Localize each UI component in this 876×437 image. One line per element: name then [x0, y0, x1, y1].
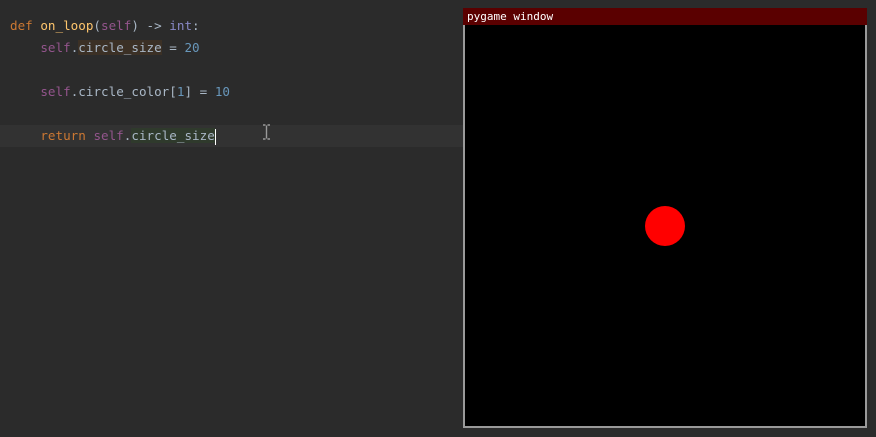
return-type: int	[169, 18, 193, 33]
text-caret	[214, 128, 216, 145]
self-keyword: self	[40, 40, 71, 55]
code-line-3[interactable]: self.circle_color[1] = 10	[10, 81, 230, 103]
self-keyword: self	[93, 128, 124, 143]
number-literal: 20	[184, 40, 200, 55]
assign-op: =	[192, 84, 215, 99]
paren-close-arrow: ) ->	[131, 18, 162, 33]
keyword-def: def	[10, 18, 33, 33]
function-name: on_loop	[40, 18, 94, 33]
game-canvas[interactable]	[465, 25, 865, 426]
attribute-circle-size: circle_size	[78, 40, 162, 55]
keyword-return: return	[40, 128, 86, 143]
attribute-circle-color: circle_color	[78, 84, 170, 99]
window-title: pygame window	[467, 10, 554, 23]
attribute-circle-size: circle_size	[131, 128, 215, 143]
bracket-open: [	[169, 84, 177, 99]
param-self: self	[101, 18, 132, 33]
code-line-2[interactable]: self.circle_size = 20	[10, 37, 200, 59]
bracket-close: ]	[184, 84, 193, 99]
red-circle	[645, 206, 685, 246]
i-beam-cursor-icon	[263, 124, 270, 140]
window-title-bar[interactable]: pygame window	[463, 8, 867, 25]
paren-open: (	[93, 18, 102, 33]
pygame-window[interactable]: pygame window	[463, 8, 867, 428]
assign-op: =	[161, 40, 185, 55]
code-line-1[interactable]: def on_loop(self) -> int:	[10, 15, 200, 37]
self-keyword: self	[40, 84, 71, 99]
number-literal: 10	[214, 84, 230, 99]
code-line-4[interactable]: return self.circle_size	[10, 125, 216, 147]
colon: :	[192, 18, 200, 33]
